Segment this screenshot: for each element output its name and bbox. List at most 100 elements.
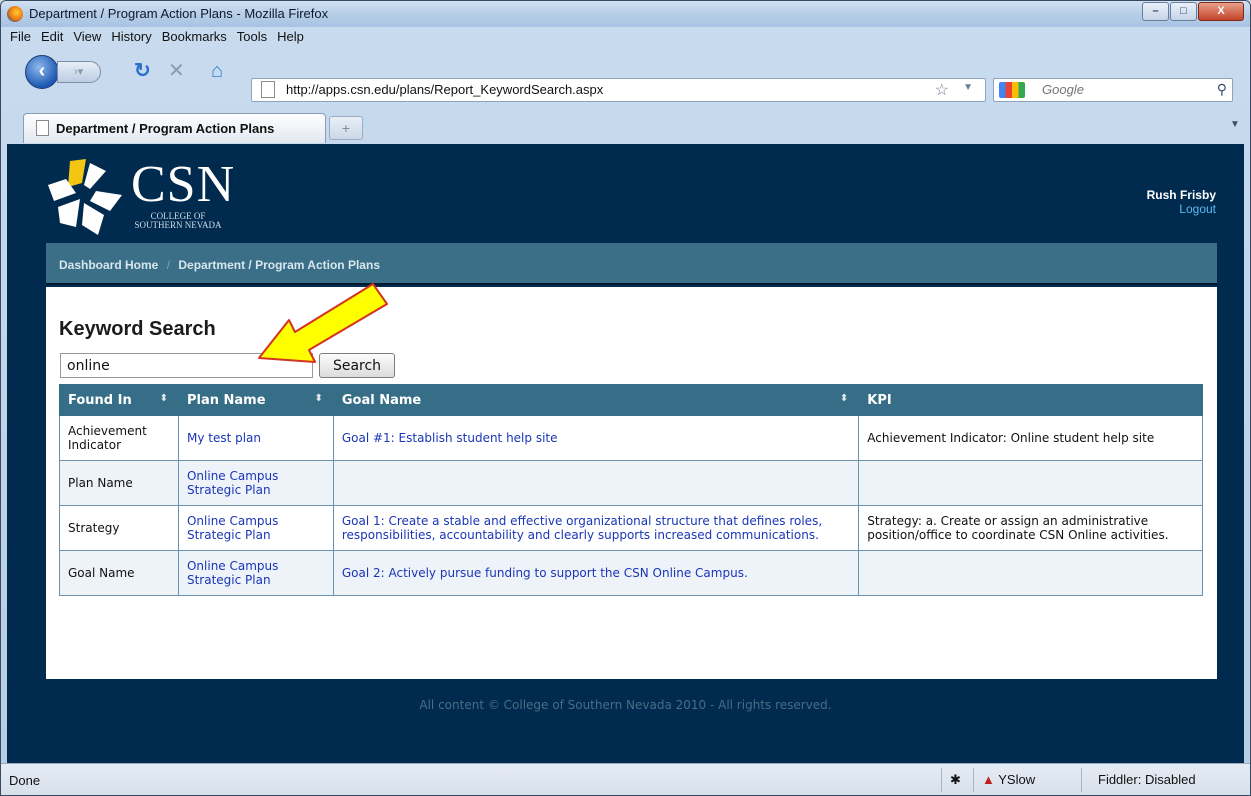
cell-kpi: Achievement Indicator: Online student he… [858, 415, 1203, 461]
table-row: Achievement Indicator My test plan Goal … [59, 415, 1203, 461]
user-name: Rush Frisby [1146, 188, 1216, 202]
menu-history[interactable]: History [106, 27, 156, 47]
google-icon[interactable] [999, 82, 1025, 98]
column-header-label: Plan Name [186, 392, 266, 408]
breadcrumb-dashboard-home[interactable]: Dashboard Home [59, 258, 158, 272]
yslow-icon: ▲ [982, 772, 995, 787]
firefox-icon [7, 6, 23, 22]
yslow-label: YSlow [998, 772, 1036, 787]
menu-bookmarks[interactable]: Bookmarks [157, 27, 232, 47]
url-text: http://apps.csn.edu/plans/Report_Keyword… [286, 82, 604, 97]
goal-link[interactable]: Goal 2: Actively pursue funding to suppo… [342, 566, 748, 580]
menu-file[interactable]: File [5, 27, 36, 47]
close-button[interactable]: X [1198, 2, 1244, 21]
sort-icon[interactable]: ⬍ [314, 393, 322, 404]
column-header-kpi: KPI [858, 384, 1203, 416]
status-text: Done [9, 773, 41, 788]
table-row: Plan Name Online Campus Strategic Plan [59, 460, 1203, 506]
column-header-label: Found In [68, 392, 132, 408]
cell-found-in: Goal Name [59, 550, 179, 596]
yslow-button[interactable]: ▲ YSlow [973, 768, 1063, 792]
logo-subtitle: COLLEGE OF SOUTHERN NEVADA [133, 212, 223, 230]
user-panel: Rush Frisby Logout [1147, 188, 1216, 216]
cell-kpi [858, 460, 1203, 506]
url-bar[interactable]: http://apps.csn.edu/plans/Report_Keyword… [251, 78, 986, 102]
table-row: Strategy Online Campus Strategic Plan Go… [59, 505, 1203, 551]
column-header-found-in[interactable]: Found In ⬍ [59, 384, 179, 416]
main-panel: Keyword Search Search Found In⬍ Plan Nam… [46, 287, 1217, 679]
cell-kpi [858, 550, 1203, 596]
breadcrumb-separator: / [166, 258, 171, 272]
new-tab-button[interactable]: + [329, 116, 363, 140]
tab-bar: Department / Program Action Plans + ▼ [1, 113, 1250, 143]
results-table: Found In ⬍ Plan Name ⬍ Goal Name ⬍ KPI Achi… [59, 384, 1203, 596]
menu-bar: File Edit View History Bookmarks Tools H… [1, 27, 1250, 47]
cell-goal-name [332, 460, 860, 506]
browser-window: Department / Program Action Plans - Mozi… [0, 0, 1251, 796]
stop-icon[interactable]: ✕ [168, 61, 185, 81]
fiddler-status[interactable]: Fiddler: Disabled [1081, 768, 1241, 792]
page-title: Keyword Search [59, 318, 216, 340]
cell-found-in: Strategy [59, 505, 179, 551]
column-header-goal-name[interactable]: Goal Name ⬍ [332, 384, 860, 416]
column-header-plan-name[interactable]: Plan Name ⬍ [177, 384, 334, 416]
breadcrumb: Dashboard Home / Department / Program Ac… [46, 243, 1217, 285]
minimize-button[interactable]: – [1142, 2, 1169, 21]
plan-link[interactable]: Online Campus Strategic Plan [187, 469, 278, 497]
logo-subtitle-line2: SOUTHERN NEVADA [134, 220, 222, 230]
goal-link[interactable]: Goal #1: Establish student help site [342, 431, 558, 445]
window-controls: – □ X [1142, 2, 1244, 21]
tab-label: Department / Program Action Plans [56, 121, 275, 136]
bookmark-star-icon[interactable]: ☆ [935, 80, 949, 100]
cell-found-in: Plan Name [59, 460, 179, 506]
maximize-button[interactable]: □ [1170, 2, 1197, 21]
page-icon [36, 120, 49, 136]
goal-link[interactable]: Goal 1: Create a stable and effective or… [342, 514, 822, 542]
title-bar: Department / Program Action Plans - Mozi… [1, 1, 1250, 27]
cell-found-in: Achievement Indicator [59, 415, 179, 461]
status-bar: Done ✱ ▲ YSlow Fiddler: Disabled [1, 763, 1250, 795]
logo-text: CSN [131, 156, 236, 213]
annotation-arrow-icon [258, 283, 388, 363]
cell-goal-name: Goal 2: Actively pursue funding to suppo… [332, 550, 860, 596]
tab-action-plans[interactable]: Department / Program Action Plans [23, 113, 326, 143]
search-engine-box[interactable]: Google ⚲ [993, 78, 1233, 102]
home-icon[interactable]: ⌂ [211, 61, 223, 81]
cell-kpi: Strategy: a. Create or assign an adminis… [858, 505, 1203, 551]
window-title: Department / Program Action Plans - Mozi… [29, 6, 329, 21]
sort-icon[interactable]: ⬍ [160, 393, 168, 404]
table-header-row: Found In ⬍ Plan Name ⬍ Goal Name ⬍ KPI [59, 384, 1203, 416]
cell-goal-name: Goal 1: Create a stable and effective or… [332, 505, 860, 551]
column-header-label: Goal Name [341, 392, 422, 408]
plan-link[interactable]: Online Campus Strategic Plan [187, 559, 278, 587]
csn-logo[interactable]: CSN COLLEGE OF SOUTHERN NEVADA [46, 157, 246, 237]
cell-goal-name: Goal #1: Establish student help site [332, 415, 860, 461]
page-content: CSN COLLEGE OF SOUTHERN NEVADA Rush Fris… [7, 144, 1244, 763]
search-icon[interactable]: ⚲ [1217, 81, 1227, 98]
chevron-down-icon[interactable]: ▼ [963, 82, 973, 93]
firebug-icon[interactable]: ✱ [941, 768, 969, 792]
menu-edit[interactable]: Edit [36, 27, 68, 47]
cell-plan-name: Online Campus Strategic Plan [177, 505, 334, 551]
page-icon [261, 81, 275, 98]
sort-icon[interactable]: ⬍ [840, 393, 848, 404]
menu-help[interactable]: Help [272, 27, 309, 47]
cell-plan-name: Online Campus Strategic Plan [177, 460, 334, 506]
plan-link[interactable]: My test plan [187, 431, 261, 445]
column-header-label: KPI [867, 392, 892, 408]
reload-icon[interactable]: ↻ [134, 61, 151, 81]
search-placeholder: Google [1042, 82, 1084, 97]
tab-list-icon[interactable]: ▼ [1226, 119, 1244, 139]
page-footer: All content © College of Southern Nevada… [419, 698, 832, 712]
csn-star-icon [48, 159, 122, 235]
table-row: Goal Name Online Campus Strategic Plan G… [59, 550, 1203, 596]
logout-link[interactable]: Logout [1147, 202, 1216, 216]
breadcrumb-action-plans[interactable]: Department / Program Action Plans [178, 258, 380, 272]
cell-plan-name: Online Campus Strategic Plan [177, 550, 334, 596]
cell-plan-name: My test plan [177, 415, 334, 461]
menu-tools[interactable]: Tools [232, 27, 272, 47]
menu-view[interactable]: View [68, 27, 106, 47]
plan-link[interactable]: Online Campus Strategic Plan [187, 514, 278, 542]
back-icon[interactable]: ‹ [25, 55, 59, 89]
forward-icon[interactable]: ›▾ [57, 61, 101, 83]
